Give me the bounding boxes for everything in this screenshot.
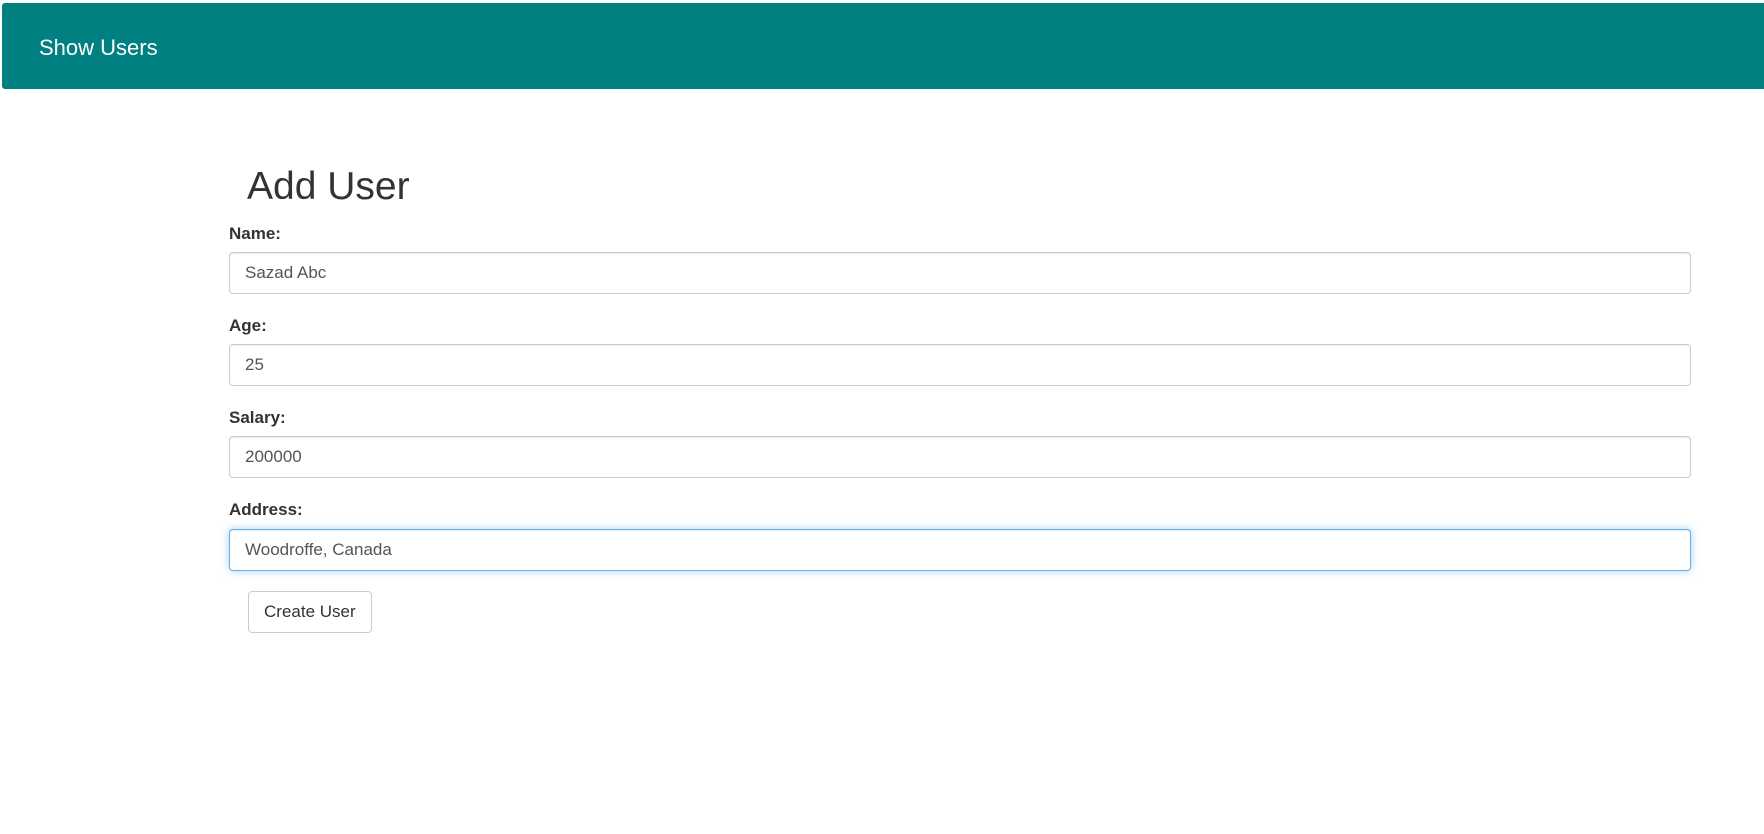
age-label: Age: xyxy=(229,316,267,335)
page-title: Add User xyxy=(247,165,410,208)
name-input[interactable] xyxy=(229,252,1691,294)
address-input[interactable] xyxy=(229,529,1691,571)
salary-input[interactable] xyxy=(229,436,1691,478)
address-label: Address: xyxy=(229,500,303,519)
salary-label: Salary: xyxy=(229,408,286,427)
show-users-link[interactable]: Show Users xyxy=(39,35,158,61)
name-label: Name: xyxy=(229,224,281,243)
create-user-button[interactable]: Create User xyxy=(248,591,372,633)
age-input[interactable] xyxy=(229,344,1691,386)
top-navbar: Show Users xyxy=(2,3,1764,89)
